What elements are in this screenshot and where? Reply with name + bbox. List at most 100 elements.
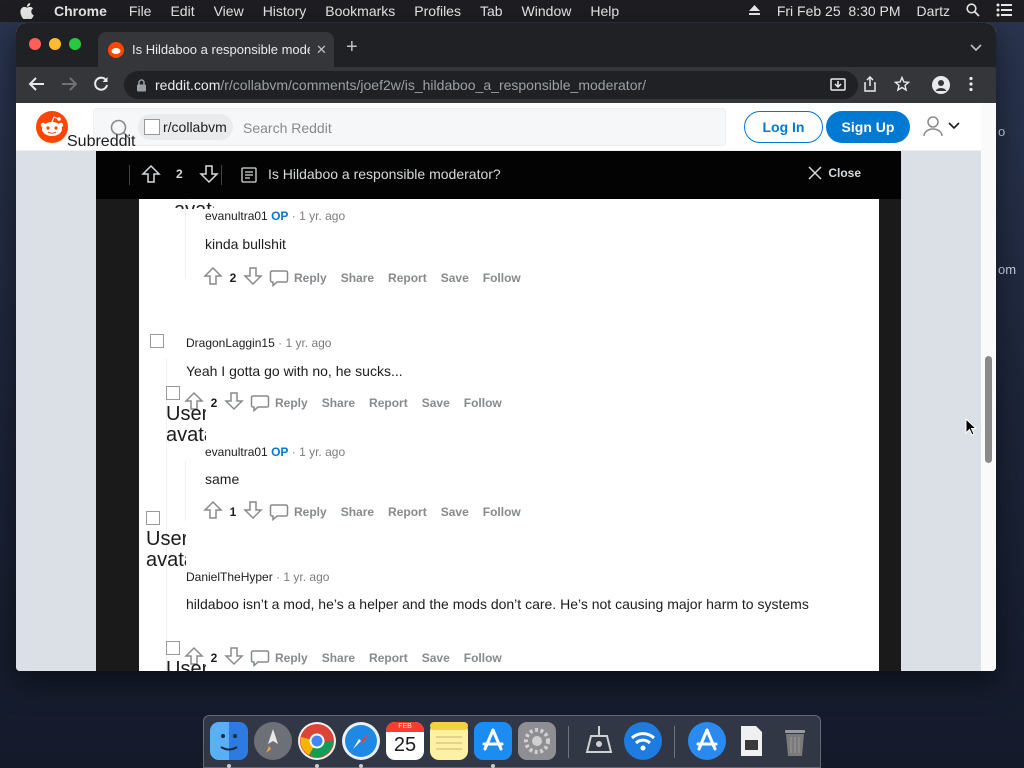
- menu-app-name[interactable]: Chrome: [54, 3, 107, 19]
- more-menu-icon[interactable]: [968, 76, 974, 97]
- user-avatar-broken-image[interactable]: [150, 331, 190, 352]
- downvote-arrow-icon[interactable]: [224, 646, 244, 669]
- menu-file[interactable]: File: [129, 3, 152, 19]
- calendar-icon[interactable]: FEB 25: [386, 722, 424, 760]
- system-preferences-icon[interactable]: [518, 722, 556, 760]
- vote-count: 1: [229, 504, 237, 519]
- menu-edit[interactable]: Edit: [170, 3, 194, 19]
- tab-search-chevron-icon[interactable]: [970, 39, 982, 57]
- user-avatar[interactable]: User avatar: [166, 638, 206, 671]
- comment-author[interactable]: DanielTheHyper: [186, 570, 273, 584]
- share-button[interactable]: Share: [322, 651, 355, 665]
- log-in-button[interactable]: Log In: [744, 111, 823, 143]
- user-menu-dropdown[interactable]: [922, 115, 960, 137]
- wifi-icon[interactable]: [624, 722, 662, 760]
- close-post-button[interactable]: Close: [808, 166, 861, 180]
- minimize-window-button[interactable]: [49, 38, 61, 50]
- zoom-window-button[interactable]: [69, 38, 81, 50]
- follow-button[interactable]: Follow: [464, 396, 502, 410]
- comment-body: hildaboo isn’t a mod, he’s a helper and …: [186, 596, 809, 612]
- url-path: /r/collabvm/comments/joef2w/is_hildaboo_…: [220, 77, 647, 93]
- downvote-arrow-icon[interactable]: [199, 164, 219, 189]
- share-button[interactable]: Share: [341, 271, 374, 285]
- menu-tab[interactable]: Tab: [480, 3, 503, 19]
- running-indicator: [315, 764, 319, 768]
- comment-age[interactable]: 1 yr. ago: [285, 336, 331, 350]
- apple-menu-icon[interactable]: [20, 3, 38, 19]
- reddit-logo-icon[interactable]: [36, 111, 68, 143]
- back-button[interactable]: [28, 75, 46, 98]
- save-button[interactable]: Save: [441, 505, 469, 519]
- menu-profiles[interactable]: Profiles: [414, 3, 461, 19]
- chrome-icon[interactable]: [298, 722, 336, 760]
- profile-icon[interactable]: [932, 76, 950, 99]
- reply-button[interactable]: Reply: [250, 649, 308, 667]
- menubar-user[interactable]: Dartz: [917, 3, 950, 19]
- reply-button[interactable]: Reply: [250, 394, 308, 412]
- menu-view[interactable]: View: [214, 3, 244, 19]
- browser-tab-active[interactable]: Is Hildaboo a responsible moderator ✕: [98, 32, 334, 67]
- bookmark-star-icon[interactable]: [893, 75, 911, 97]
- app-store-icon[interactable]: [474, 722, 512, 760]
- sign-up-button[interactable]: Sign Up: [826, 111, 910, 143]
- share-button[interactable]: Share: [341, 505, 374, 519]
- menu-history[interactable]: History: [263, 3, 307, 19]
- comment-age[interactable]: 1 yr. ago: [299, 209, 345, 223]
- downvote-arrow-icon[interactable]: [243, 500, 263, 523]
- lock-icon[interactable]: [136, 78, 147, 92]
- report-button[interactable]: Report: [388, 505, 427, 519]
- reply-button[interactable]: Reply: [269, 503, 327, 521]
- forward-button[interactable]: [60, 75, 78, 98]
- search-bar[interactable]: r/collabvm Search Reddit: [93, 108, 726, 146]
- share-icon[interactable]: [862, 75, 878, 97]
- install-app-icon[interactable]: [830, 76, 846, 97]
- reply-button[interactable]: Reply: [269, 269, 327, 287]
- launchpad-icon[interactable]: [254, 722, 292, 760]
- follow-button[interactable]: Follow: [483, 271, 521, 285]
- downvote-arrow-icon[interactable]: [243, 266, 263, 289]
- save-button[interactable]: Save: [441, 271, 469, 285]
- spotlight-search-icon[interactable]: [966, 2, 980, 20]
- menu-help[interactable]: Help: [590, 3, 619, 19]
- app-store-downloads-icon[interactable]: [688, 722, 726, 760]
- save-button[interactable]: Save: [422, 396, 450, 410]
- comment-author[interactable]: evanultra01: [205, 209, 268, 223]
- report-button[interactable]: Report: [369, 651, 408, 665]
- notes-icon[interactable]: [430, 722, 468, 760]
- user-avatar[interactable]: User avatar: [166, 383, 206, 467]
- document-icon[interactable]: [732, 722, 770, 760]
- close-window-button[interactable]: [29, 38, 41, 50]
- finder-icon[interactable]: [210, 722, 248, 760]
- trash-icon[interactable]: [776, 722, 814, 760]
- network-utility-icon[interactable]: [580, 722, 618, 760]
- comment-age[interactable]: 1 yr. ago: [299, 445, 345, 459]
- subreddit-filter-chip[interactable]: r/collabvm: [138, 114, 233, 140]
- follow-button[interactable]: Follow: [464, 651, 502, 665]
- comment-author[interactable]: evanultra01: [205, 445, 268, 459]
- save-button[interactable]: Save: [422, 651, 450, 665]
- menubar-clock[interactable]: Fri Feb 25 8:30 PM: [777, 3, 901, 19]
- follow-button[interactable]: Follow: [483, 505, 521, 519]
- safari-icon[interactable]: [342, 722, 380, 760]
- reload-button[interactable]: [92, 75, 110, 98]
- report-button[interactable]: Report: [388, 271, 427, 285]
- menu-bookmarks[interactable]: Bookmarks: [325, 3, 395, 19]
- report-button[interactable]: Report: [369, 396, 408, 410]
- menu-window[interactable]: Window: [522, 3, 572, 19]
- scrollbar-thumb[interactable]: [985, 356, 992, 463]
- eject-icon[interactable]: [748, 3, 761, 19]
- share-button[interactable]: Share: [322, 396, 355, 410]
- search-input[interactable]: Search Reddit: [243, 120, 332, 136]
- new-tab-button[interactable]: +: [346, 37, 358, 57]
- upvote-arrow-icon[interactable]: [203, 266, 223, 289]
- control-center-icon[interactable]: [996, 3, 1012, 20]
- page-scrollbar[interactable]: [981, 103, 996, 671]
- address-bar[interactable]: reddit.com/r/collabvm/comments/joef2w/is…: [124, 71, 858, 99]
- downvote-arrow-icon[interactable]: [224, 391, 244, 414]
- comment-author[interactable]: DragonLaggin15: [186, 336, 275, 350]
- comment-age[interactable]: 1 yr. ago: [283, 570, 329, 584]
- user-avatar[interactable]: User avatar: [146, 508, 186, 592]
- upvote-arrow-icon[interactable]: [203, 500, 223, 523]
- upvote-arrow-icon[interactable]: [141, 164, 161, 189]
- close-tab-icon[interactable]: ✕: [316, 42, 327, 58]
